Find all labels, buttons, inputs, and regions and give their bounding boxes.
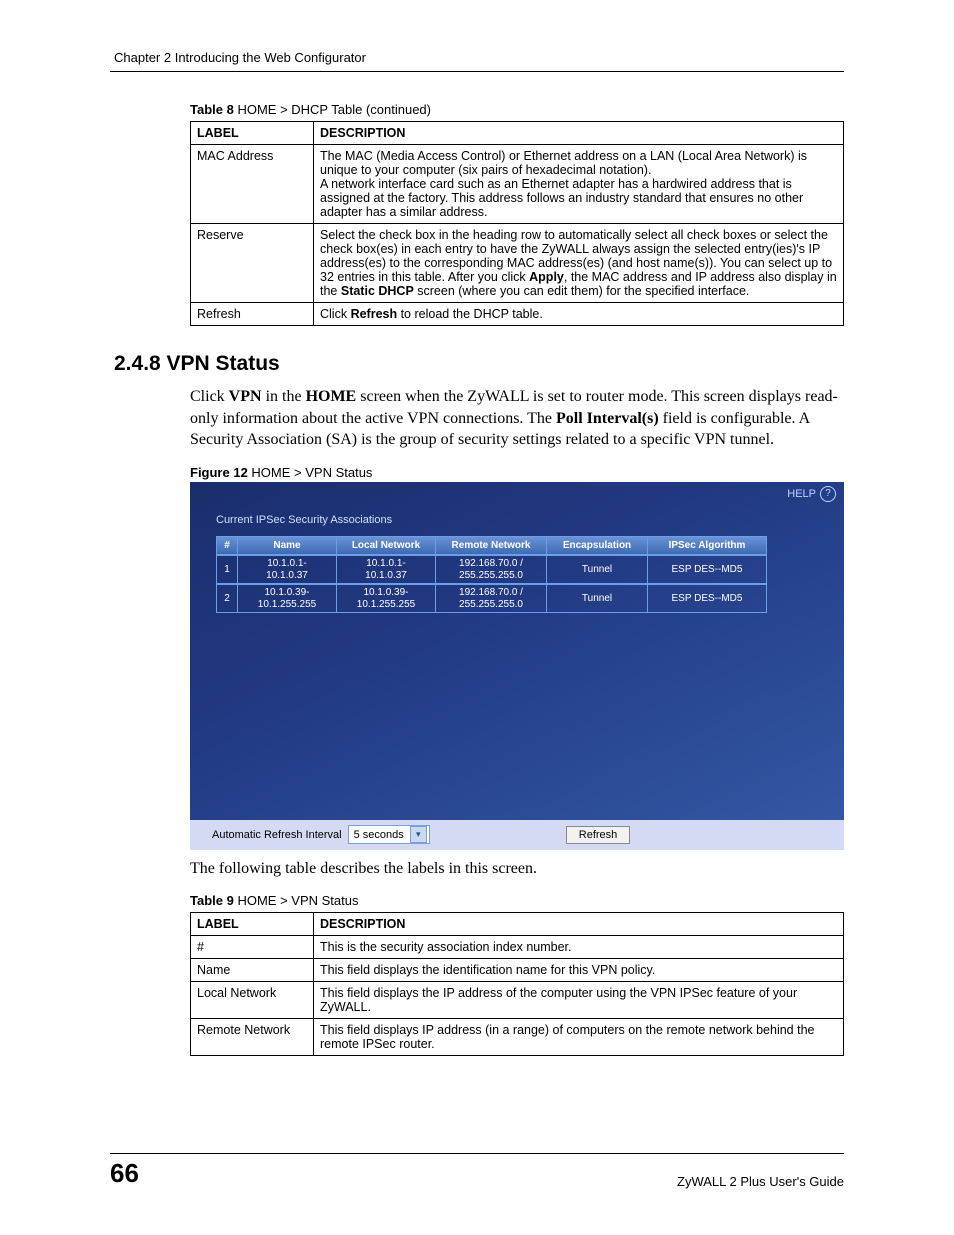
- table8-row0-label: MAC Address: [191, 145, 314, 224]
- section-heading-vpn-status: 2.4.8 VPN Status: [114, 352, 844, 376]
- cell-name: 10.1.0.39-10.1.255.255: [237, 584, 337, 613]
- refresh-button[interactable]: Refresh: [566, 826, 631, 844]
- table9-row0-desc: This is the security association index n…: [314, 936, 844, 959]
- ipsec-section-title: Current IPSec Security Associations: [216, 514, 830, 526]
- col-remote-network: Remote Network: [435, 536, 547, 556]
- help-label: HELP: [787, 488, 816, 500]
- table8-row0-desc: The MAC (Media Access Control) or Ethern…: [314, 145, 844, 224]
- table8-caption: Table 8 HOME > DHCP Table (continued): [190, 102, 844, 117]
- table8-row2-label: Refresh: [191, 303, 314, 326]
- footer-rule: [110, 1153, 844, 1154]
- table9-head-label: LABEL: [191, 913, 314, 936]
- cell-local: 10.1.0.1-10.1.0.37: [336, 555, 436, 584]
- table8-head-label: LABEL: [191, 122, 314, 145]
- page-number: 66: [110, 1158, 139, 1189]
- cell-remote: 192.168.70.0 /255.255.255.0: [435, 584, 547, 613]
- table9-row2-label: Local Network: [191, 982, 314, 1019]
- cell-algorithm: ESP DES--MD5: [647, 555, 767, 584]
- cell-name: 10.1.0.1-10.1.0.37: [237, 555, 337, 584]
- table9-row1-label: Name: [191, 959, 314, 982]
- table-row: # This is the security association index…: [191, 936, 844, 959]
- table8-caption-text: HOME > DHCP Table (continued): [234, 102, 431, 117]
- auto-refresh-select[interactable]: 5 seconds ▾: [348, 825, 430, 844]
- book-title: ZyWALL 2 Plus User's Guide: [677, 1174, 844, 1189]
- figure12-caption-number: Figure 12: [190, 465, 248, 480]
- table8-row1-desc: Select the check box in the heading row …: [314, 224, 844, 303]
- figure12-caption: Figure 12 HOME > VPN Status: [190, 465, 844, 480]
- chapter-header: Chapter 2 Introducing the Web Configurat…: [114, 50, 844, 65]
- table-row: Name This field displays the identificat…: [191, 959, 844, 982]
- table8-caption-number: Table 8: [190, 102, 234, 117]
- cell-algorithm: ESP DES--MD5: [647, 584, 767, 613]
- table9-row0-label: #: [191, 936, 314, 959]
- col-local-network: Local Network: [336, 536, 436, 556]
- table9-row3-desc: This field displays IP address (in a ran…: [314, 1019, 844, 1056]
- col-name: Name: [237, 536, 337, 556]
- auto-refresh-value: 5 seconds: [354, 829, 404, 841]
- cell-index: 2: [216, 584, 238, 613]
- chevron-down-icon: ▾: [410, 826, 427, 843]
- table9-row3-label: Remote Network: [191, 1019, 314, 1056]
- col-index: #: [216, 536, 238, 556]
- ipsec-table: # Name Local Network Remote Network Enca…: [216, 536, 830, 614]
- table8-row1-label: Reserve: [191, 224, 314, 303]
- vpn-status-screenshot: HELP ? Current IPSec Security Associatio…: [190, 482, 844, 850]
- table9-row2-desc: This field displays the IP address of th…: [314, 982, 844, 1019]
- vpn-bottom-bar: Automatic Refresh Interval 5 seconds ▾ R…: [190, 820, 844, 850]
- help-icon: ?: [820, 486, 836, 502]
- cell-encapsulation: Tunnel: [546, 555, 648, 584]
- table9-intro-paragraph: The following table describes the labels…: [190, 858, 844, 880]
- page-footer: 66 ZyWALL 2 Plus User's Guide: [110, 1153, 844, 1189]
- table-row: MAC Address The MAC (Media Access Contro…: [191, 145, 844, 224]
- table9-caption: Table 9 HOME > VPN Status: [190, 893, 844, 908]
- cell-remote: 192.168.70.0 /255.255.255.0: [435, 555, 547, 584]
- table9-row1-desc: This field displays the identification n…: [314, 959, 844, 982]
- table8-head-desc: DESCRIPTION: [314, 122, 844, 145]
- table9: LABEL DESCRIPTION # This is the security…: [190, 912, 844, 1056]
- table-row: Reserve Select the check box in the head…: [191, 224, 844, 303]
- ipsec-table-header: # Name Local Network Remote Network Enca…: [216, 536, 830, 556]
- table9-head-desc: DESCRIPTION: [314, 913, 844, 936]
- header-rule: [110, 71, 844, 72]
- table8: LABEL DESCRIPTION MAC Address The MAC (M…: [190, 121, 844, 326]
- figure12-caption-text: HOME > VPN Status: [248, 465, 373, 480]
- table-row: 1 10.1.0.1-10.1.0.37 10.1.0.1-10.1.0.37 …: [216, 555, 830, 584]
- cell-local: 10.1.0.39-10.1.255.255: [336, 584, 436, 613]
- auto-refresh-label: Automatic Refresh Interval: [212, 829, 342, 841]
- table-row: Local Network This field displays the IP…: [191, 982, 844, 1019]
- table8-row2-desc: Click Refresh to reload the DHCP table.: [314, 303, 844, 326]
- table-row: Remote Network This field displays IP ad…: [191, 1019, 844, 1056]
- col-encapsulation: Encapsulation: [546, 536, 648, 556]
- vpn-status-intro-paragraph: Click VPN in the HOME screen when the Zy…: [190, 386, 844, 451]
- col-ipsec-algorithm: IPSec Algorithm: [647, 536, 767, 556]
- cell-encapsulation: Tunnel: [546, 584, 648, 613]
- help-link[interactable]: HELP ?: [787, 486, 836, 502]
- table9-caption-number: Table 9: [190, 893, 234, 908]
- table-row: 2 10.1.0.39-10.1.255.255 10.1.0.39-10.1.…: [216, 584, 830, 613]
- cell-index: 1: [216, 555, 238, 584]
- table-row: Refresh Click Refresh to reload the DHCP…: [191, 303, 844, 326]
- table9-caption-text: HOME > VPN Status: [234, 893, 359, 908]
